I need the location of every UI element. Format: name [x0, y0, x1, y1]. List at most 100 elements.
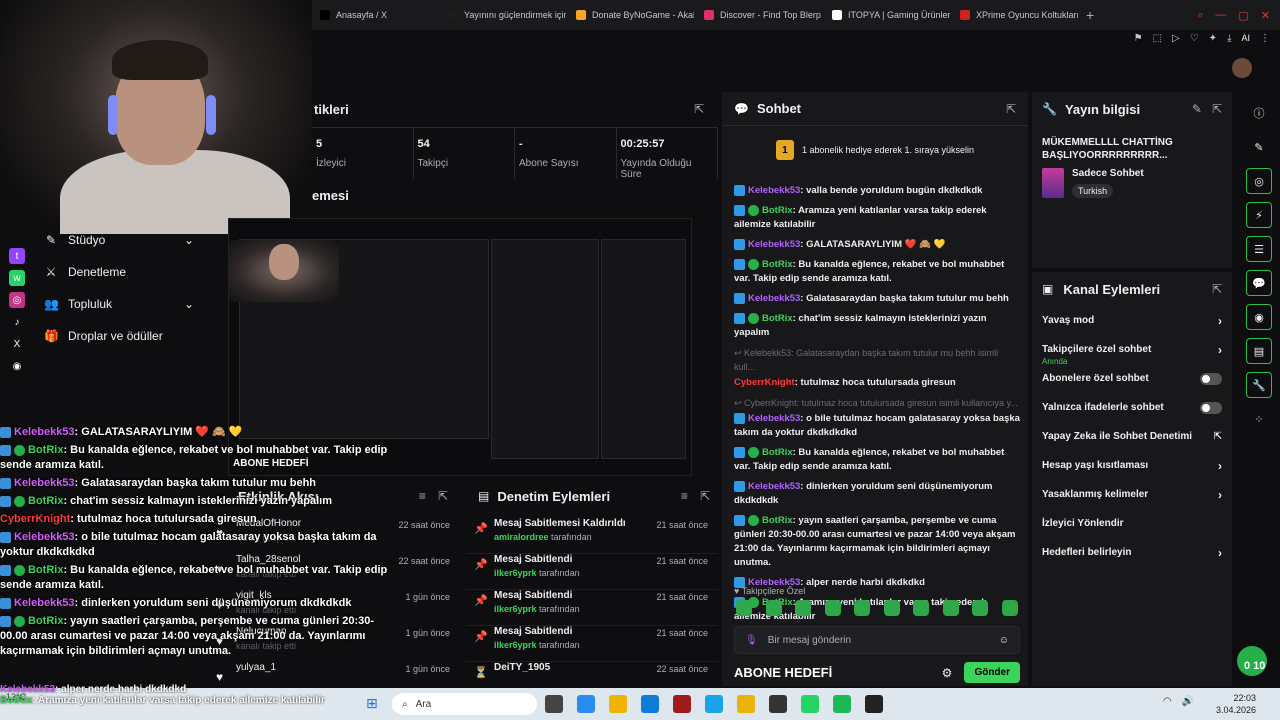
screenshot-icon[interactable]: ⬚	[1153, 33, 1162, 44]
app-icon[interactable]	[865, 695, 883, 713]
chat-icon[interactable]: 💬	[1246, 270, 1272, 296]
mic-icon[interactable]: 🎙	[745, 635, 758, 646]
list-icon[interactable]: ☰	[1246, 236, 1272, 262]
menu-icon[interactable]: ⋮	[1260, 33, 1270, 44]
minimize-icon[interactable]: —	[1215, 9, 1226, 22]
chat-message[interactable]: BotRix: Bu kanalda eğlence, rekabet ve b…	[734, 446, 1020, 474]
chat-username[interactable]: Kelebekk53	[748, 481, 800, 492]
app-icon[interactable]	[705, 695, 723, 713]
popout-icon[interactable]: ⇱	[1212, 102, 1222, 116]
hype-banner[interactable]: 1 1 abonelik hediye ederek 1. sıraya yük…	[722, 130, 1028, 170]
emote-icon[interactable]	[972, 600, 989, 616]
gear-icon[interactable]: ⚙	[942, 666, 953, 680]
apps-icon[interactable]: ⁘	[1246, 406, 1272, 432]
wrench-icon[interactable]: 🔧	[1246, 372, 1272, 398]
mod-action-item[interactable]: 📌 Mesaj Sabitlendi ilker6yprk tarafından 21…	[466, 554, 718, 590]
mod-action-item[interactable]: 📌 Mesaj Sabitlendi ilker6yprk tarafından 21…	[466, 590, 718, 626]
emote-icon[interactable]	[854, 600, 871, 616]
browser-tab[interactable]: Discover - Find Top Blerp	[694, 0, 822, 30]
send-button[interactable]: Gönder	[964, 662, 1020, 683]
app-icon[interactable]	[545, 695, 563, 713]
language-tag[interactable]: Turkish	[1072, 184, 1114, 198]
chat-username[interactable]: CyberrKnight	[734, 377, 795, 388]
emote-icon[interactable]	[1001, 600, 1018, 616]
chat-username[interactable]: Kelebekk53	[748, 185, 800, 196]
emote-icon[interactable]	[765, 600, 782, 616]
nav-item[interactable]: ⚔ Denetleme	[44, 256, 194, 288]
chat-message[interactable]: Kelebekk53: Galatasaraydan başka takım t…	[734, 292, 1020, 306]
emoji-icon[interactable]: ☺	[999, 635, 1009, 646]
play-icon[interactable]: ▷	[1172, 33, 1180, 44]
chat-message[interactable]: BotRix: Aramıza yeni katılanlar varsa ta…	[734, 204, 1020, 232]
chat-message[interactable]: Kelebekk53: valla bende yoruldum bugün d…	[734, 184, 1020, 198]
edge-icon[interactable]	[641, 695, 659, 713]
chat-input[interactable]: 🎙 Bir mesaj gönderin ☺	[734, 626, 1020, 654]
heart-icon[interactable]: ♡	[1190, 33, 1199, 44]
folder-icon[interactable]	[609, 695, 627, 713]
channel-action-item[interactable]: Yapay Zeka ile Sohbet Denetimi ⇱	[1032, 422, 1232, 451]
chat-username[interactable]: BotRix	[762, 447, 793, 458]
channel-action-item[interactable]: Hedefleri belirleyin ›	[1032, 538, 1232, 567]
x-icon[interactable]: X	[9, 336, 25, 352]
browser-tab[interactable]: Donate ByNoGame - Akal	[566, 0, 694, 30]
nav-item[interactable]: 🎁 Droplar ve ödüller	[44, 320, 194, 352]
filter-icon[interactable]: ≡	[419, 489, 426, 503]
ai-button[interactable]: AI	[1241, 33, 1250, 43]
nav-item[interactable]: ✎ Stüdyo ⌄	[44, 224, 194, 256]
chat-message[interactable]: BotRix: yayın saatleri çarşamba, perşemb…	[734, 514, 1020, 570]
twitch-icon[interactable]: t	[9, 248, 25, 264]
popout-icon[interactable]: ⇱	[1006, 102, 1016, 116]
browser-tab[interactable]: ITOPYA | Gaming Ürünler	[822, 0, 950, 30]
bookmark-icon[interactable]: ⚑	[1134, 33, 1143, 44]
channel-action-item[interactable]: Yavaş mod ›	[1032, 306, 1232, 335]
whatsapp-icon[interactable]	[801, 695, 819, 713]
extensions-icon[interactable]: ✦	[1209, 33, 1217, 44]
popout-icon[interactable]: ⇱	[694, 102, 704, 116]
app-icon[interactable]	[577, 695, 595, 713]
nav-item[interactable]: 👥 Topluluk ⌄	[44, 288, 194, 320]
chat-username[interactable]: BotRix	[762, 259, 793, 270]
search-icon[interactable]: ⌕	[1197, 9, 1203, 22]
chat-username[interactable]: BotRix	[762, 515, 793, 526]
emote-icon[interactable]	[736, 600, 752, 616]
chat-message[interactable]: CyberrKnight: tutulmaz hoca tutulursada …	[734, 376, 1020, 390]
chat-username[interactable]: BotRix	[762, 205, 793, 216]
taskbar-clock[interactable]: 22:03 3.04.2026	[1216, 692, 1256, 716]
lightning-icon[interactable]: ⚡	[1246, 202, 1272, 228]
taskbar-search[interactable]: ⌕ Ara	[392, 693, 537, 715]
chat-username[interactable]: Kelebekk53	[748, 293, 800, 304]
instagram-icon[interactable]: ◎	[9, 292, 25, 308]
popout-icon[interactable]: ⇱	[1212, 282, 1222, 296]
chat-message[interactable]: Kelebekk53: dinlerken yoruldum seni düşü…	[734, 480, 1020, 508]
discord-icon[interactable]: ◉	[9, 358, 25, 374]
app-icon[interactable]	[673, 695, 691, 713]
emote-icon[interactable]	[824, 600, 841, 616]
toggle-switch[interactable]	[1200, 372, 1222, 385]
popout-icon[interactable]: ⇱	[700, 489, 710, 503]
layout-icon[interactable]: ▤	[1246, 338, 1272, 364]
browser-tab[interactable]: XPrime Oyuncu Koltukları	[950, 0, 1078, 30]
channel-action-item[interactable]: İzleyici Yönlendir	[1032, 509, 1232, 538]
chat-message[interactable]: BotRix: Bu kanalda eğlence, rekabet ve b…	[734, 258, 1020, 286]
mod-action-item[interactable]: 📌 Mesaj Sabitlendi ilker6yprk tarafından 21…	[466, 626, 718, 662]
chat-message[interactable]: Kelebekk53: GALATASARAYLIYIM ❤️ 🙈 💛	[734, 238, 1020, 252]
volume-icon[interactable]: 🔊	[1182, 696, 1194, 707]
pencil-icon[interactable]: ✎	[1246, 134, 1272, 160]
whatsapp-icon[interactable]: w	[9, 270, 25, 286]
chat-message[interactable]: BotRix: chat'im sessiz kalmayın istekler…	[734, 312, 1020, 340]
chat-username[interactable]: Kelebekk53	[748, 239, 800, 250]
chat-message[interactable]: Kelebekk53: o bile tutulmaz hocam galata…	[734, 412, 1020, 440]
emote-icon[interactable]	[942, 600, 959, 616]
chat-username[interactable]: Kelebekk53	[748, 413, 800, 424]
emote-icon[interactable]	[913, 600, 930, 616]
app-icon[interactable]	[769, 695, 787, 713]
popout-icon[interactable]: ⇱	[438, 489, 448, 503]
wifi-icon[interactable]: ◠	[1163, 696, 1172, 707]
maximize-icon[interactable]: ▢	[1238, 9, 1248, 22]
channel-action-item[interactable]: Yalnızca ifadelerle sohbet	[1032, 393, 1232, 422]
filter-icon[interactable]: ≡	[681, 489, 688, 503]
close-icon[interactable]: ✕	[1261, 9, 1270, 22]
info-icon[interactable]: ⓘ	[1246, 100, 1272, 126]
avatar[interactable]	[1232, 58, 1252, 78]
new-tab-icon[interactable]: +	[1078, 7, 1102, 23]
